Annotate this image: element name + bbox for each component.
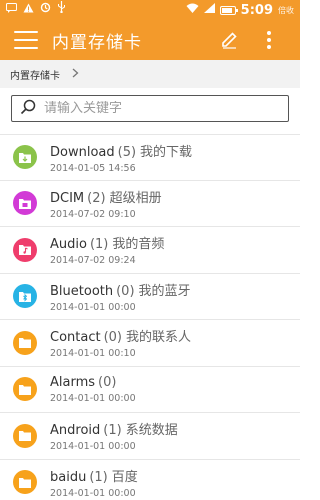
folder-count: (0) <box>116 283 135 299</box>
folder-name: Bluetooth <box>50 283 114 299</box>
folder-count: (0) <box>103 330 122 346</box>
list-item[interactable]: Android (1) 系统数据 2014-01-01 00:00 <box>0 413 300 460</box>
folder-alias: 系统数据 <box>125 423 178 439</box>
chevron-right-icon <box>72 67 79 81</box>
download-icon <box>13 145 37 170</box>
folder-name: baidu <box>50 469 87 485</box>
folder-date: 2014-01-01 00:00 <box>50 487 136 499</box>
bluetooth-icon <box>13 284 37 309</box>
folder-date: 2014-07-02 09:10 <box>50 208 136 220</box>
message-icon <box>6 0 17 20</box>
search-box[interactable] <box>11 95 289 122</box>
app-bar: 内置存储卡 <box>0 20 300 60</box>
folder-icon <box>13 470 37 495</box>
folder-name: Audio <box>50 237 87 253</box>
list-item[interactable]: DCIM (2) 超级相册 2014-07-02 09:10 <box>0 181 300 227</box>
folder-alias: 我的音频 <box>112 237 165 253</box>
folder-count: (1) <box>89 469 108 485</box>
folder-count: (1) <box>103 423 122 439</box>
search-input[interactable] <box>44 101 274 116</box>
list-item[interactable]: baidu (1) 百度 2014-01-01 00:00 <box>0 460 300 500</box>
list-item[interactable]: Bluetooth (0) 我的蓝牙 2014-01-01 00:00 <box>0 274 300 320</box>
wifi-icon <box>186 0 199 20</box>
folder-name: Android <box>50 423 101 439</box>
folder-alias: 超级相册 <box>109 190 162 206</box>
breadcrumb: 内置存储卡 <box>0 60 300 88</box>
status-bar: 5:09 倍收 <box>0 0 300 20</box>
signal-icon <box>203 0 215 20</box>
folder-icon <box>13 423 37 448</box>
list-item[interactable]: Contact (0) 我的联系人 2014-01-01 00:10 <box>0 320 300 367</box>
folder-alias: 我的联系人 <box>126 330 192 346</box>
folder-name: Alarms <box>50 374 96 390</box>
status-extra-label: 倍收 <box>278 5 294 15</box>
sync-icon <box>40 0 51 20</box>
folder-icon <box>13 330 37 355</box>
battery-icon <box>219 5 238 15</box>
menu-icon[interactable] <box>14 31 38 49</box>
camera-icon <box>13 191 37 216</box>
list-item[interactable]: Download (5) 我的下载 2014-01-05 14:56 <box>0 134 300 181</box>
warning-icon <box>23 0 34 20</box>
folder-count: (0) <box>98 374 117 390</box>
folder-list: Download (5) 我的下载 2014-01-05 14:56 DCIM (2)… <box>0 134 300 500</box>
breadcrumb-item-root[interactable]: 内置存储卡 <box>10 67 60 82</box>
status-time: 5:09 <box>240 2 273 18</box>
list-item[interactable]: Alarms (0) 2014-01-01 00:00 <box>0 367 300 413</box>
music-icon <box>13 237 37 262</box>
folder-alias: 我的下载 <box>140 144 193 160</box>
edit-icon[interactable] <box>218 29 240 51</box>
folder-date: 2014-01-01 00:00 <box>50 301 136 313</box>
more-icon[interactable] <box>258 29 280 51</box>
folder-date: 2014-01-01 00:00 <box>50 392 136 404</box>
folder-count: (2) <box>87 190 106 206</box>
folder-name: Download <box>50 144 115 160</box>
folder-name: DCIM <box>50 190 85 206</box>
page-title: 内置存储卡 <box>52 32 142 53</box>
folder-date: 2014-01-05 14:56 <box>50 162 136 174</box>
folder-date: 2014-01-01 00:10 <box>50 348 136 360</box>
folder-count: (5) <box>117 144 137 160</box>
search-icon <box>20 99 36 119</box>
folder-alias: 我的蓝牙 <box>138 283 191 299</box>
folder-date: 2014-07-02 09:24 <box>50 255 136 267</box>
list-item[interactable]: Audio (1) 我的音频 2014-07-02 09:24 <box>0 227 300 274</box>
folder-date: 2014-01-01 00:00 <box>50 441 136 453</box>
usb-icon <box>57 0 66 20</box>
folder-name: Contact <box>50 330 101 346</box>
folder-count: (1) <box>89 237 109 253</box>
folder-icon <box>13 377 37 402</box>
folder-alias: 百度 <box>111 469 138 485</box>
